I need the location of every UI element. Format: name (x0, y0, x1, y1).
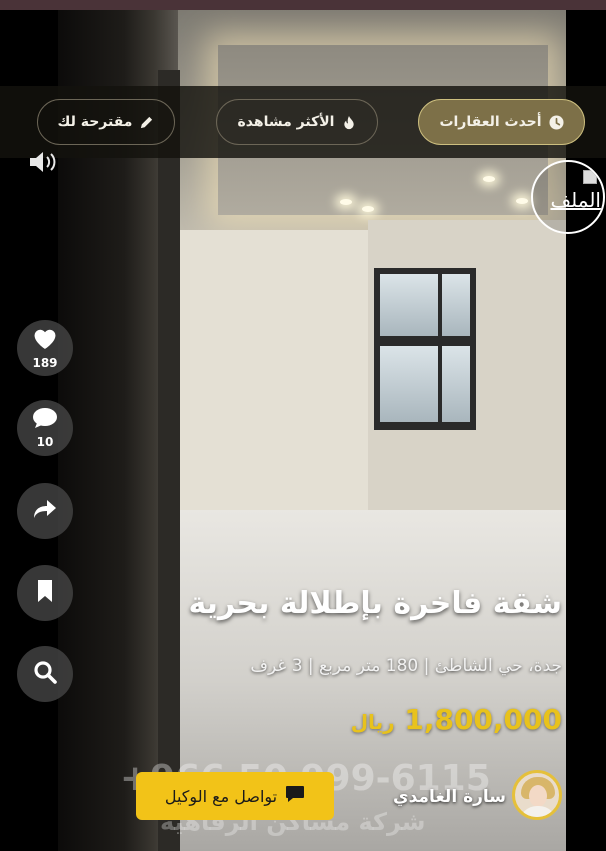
search-icon (33, 660, 57, 688)
share-button[interactable] (17, 483, 73, 539)
comment-icon (32, 407, 58, 433)
ceiling-light (516, 198, 528, 204)
listing-price: 1,800,000 ريال (345, 703, 562, 736)
video-window (374, 268, 476, 430)
listing-details: جدة، حي الشاطئ | 180 متر مربع | 3 غرف (250, 656, 562, 676)
profile-avatar-link[interactable]: الملف (531, 160, 605, 234)
volume-icon[interactable] (28, 150, 58, 174)
price-value: 1,800,000 (404, 703, 562, 736)
heart-icon (32, 327, 58, 354)
ceiling-light (362, 206, 374, 212)
like-button[interactable]: 189 (17, 320, 73, 376)
agent-name[interactable]: سارة الغامدي (393, 787, 506, 807)
search-button[interactable] (17, 646, 73, 702)
contact-agent-label: تواصل مع الوكيل (164, 786, 278, 806)
broken-image-icon (583, 170, 597, 184)
bookmark-icon (36, 579, 54, 607)
comment-count: 10 (36, 435, 54, 449)
ceiling-light (340, 199, 352, 205)
tab-suggested[interactable]: مقترحة لك (37, 99, 175, 145)
like-count: 189 (32, 355, 58, 370)
chat-icon (285, 785, 305, 807)
bookmark-button[interactable] (17, 565, 73, 621)
tab-bar: أحدث العقارات الأكثر مشاهدة مقترحة لك (0, 86, 606, 158)
tab-latest-properties[interactable]: أحدث العقارات (418, 99, 585, 145)
share-icon (32, 498, 58, 524)
tab-label: مقترحة لك (57, 114, 133, 130)
listing-title: شقة فاخرة بإطلالة بحرية (188, 586, 562, 621)
tab-label: الأكثر مشاهدة (237, 114, 335, 130)
agent-avatar[interactable] (512, 770, 562, 820)
tab-most-viewed[interactable]: الأكثر مشاهدة (216, 99, 378, 145)
clock-icon (549, 114, 564, 130)
contact-agent-button[interactable]: تواصل مع الوكيل (136, 772, 334, 820)
profile-alt-text: الملف (550, 188, 601, 212)
ceiling-light (483, 176, 495, 182)
fire-icon (341, 115, 356, 130)
pencil-icon (139, 115, 154, 130)
price-currency: ريال (350, 710, 395, 734)
top-strip (0, 0, 606, 10)
comment-button[interactable]: 10 (17, 400, 73, 456)
tab-label: أحدث العقارات (439, 114, 542, 130)
video-door-edge (158, 70, 180, 851)
